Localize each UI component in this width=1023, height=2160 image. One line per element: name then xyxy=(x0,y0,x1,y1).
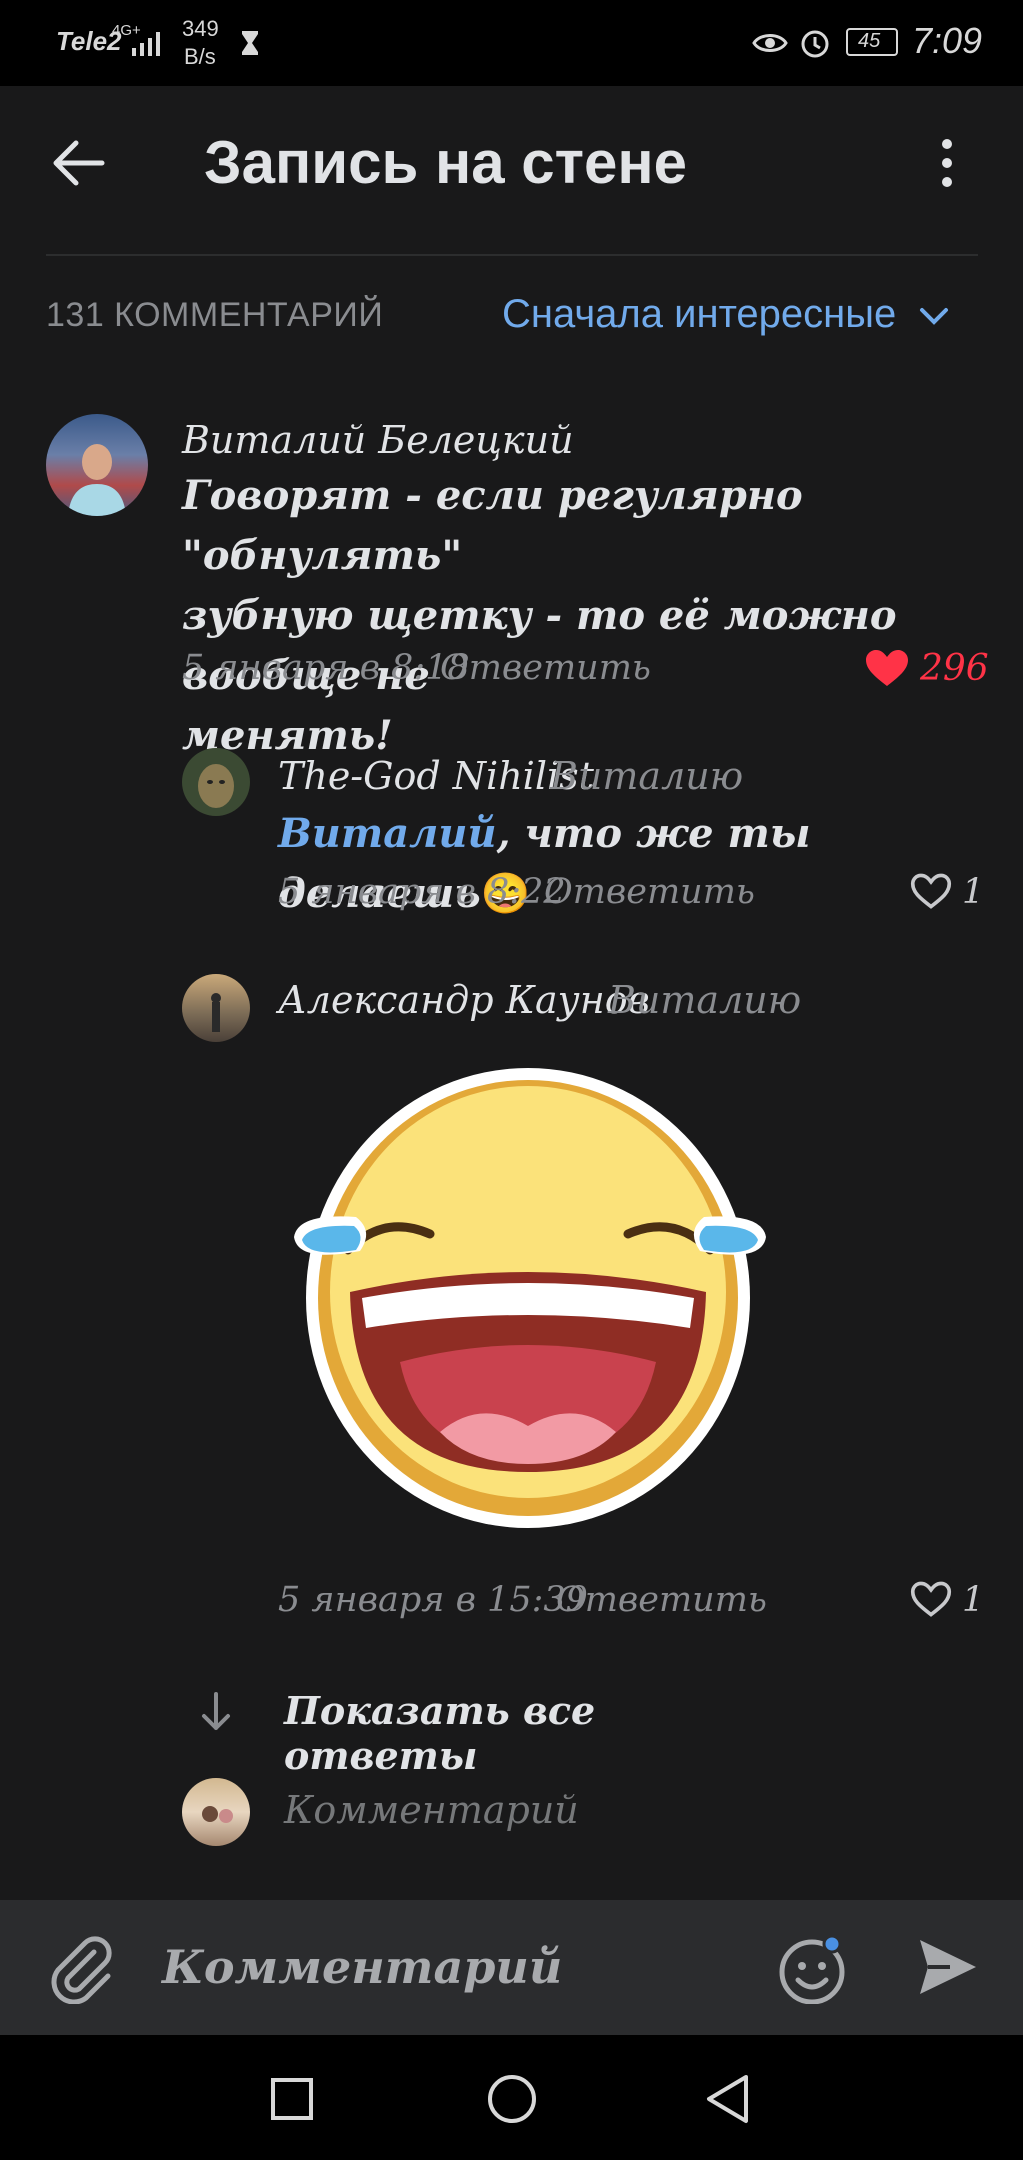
reply-date: 5 января в 15:39 xyxy=(278,1580,588,1620)
back-triangle-icon[interactable] xyxy=(704,2073,750,2130)
show-all-label: Показать все ответы xyxy=(284,1688,596,1778)
reply-date: 5 января в 8:22 xyxy=(278,872,566,912)
like-count: 296 xyxy=(920,648,989,689)
recents-square-icon[interactable] xyxy=(270,2077,314,2126)
battery-icon: 45 xyxy=(846,28,898,56)
home-circle-icon[interactable] xyxy=(486,2073,538,2130)
sort-label: Сначала интересные xyxy=(502,292,897,336)
my-avatar xyxy=(182,1778,250,1846)
clock: 7:09 xyxy=(912,20,983,61)
heart-filled-icon[interactable] xyxy=(864,648,910,693)
emoji-smile-icon[interactable] xyxy=(776,1932,848,2009)
reply-to: Виталию xyxy=(550,754,744,798)
reply-button[interactable]: Ответить xyxy=(440,648,651,688)
comment-input[interactable]: Комментарий xyxy=(162,1940,562,1994)
hourglass-icon xyxy=(240,30,260,61)
speed-unit: B/s xyxy=(184,44,216,69)
system-nav-bar xyxy=(0,2035,1023,2160)
eye-icon xyxy=(752,30,788,61)
sort-dropdown[interactable]: Сначала интересные xyxy=(502,292,949,337)
reply-button[interactable]: Ответить xyxy=(544,872,755,912)
comment-author[interactable]: Виталий Белецкий xyxy=(182,418,574,462)
comment-text-line: Говорят - если регулярно "обнулять" xyxy=(182,472,803,579)
mention-link[interactable]: Виталий xyxy=(278,810,497,857)
like-count: 1 xyxy=(962,1580,985,1620)
speed-value: 349 xyxy=(182,16,219,41)
comment-text: Говорят - если регулярно "обнулять" зубн… xyxy=(182,466,982,766)
reply-to: Виталию xyxy=(608,978,802,1022)
chevron-down-icon xyxy=(920,308,949,326)
header-divider xyxy=(46,254,978,256)
reply-author[interactable]: The-God Nihilist xyxy=(278,754,594,798)
alarm-icon xyxy=(798,26,832,65)
avatar[interactable] xyxy=(182,748,250,816)
signal-icon xyxy=(130,28,166,56)
comment-date: 5 января в 8:18 xyxy=(182,648,470,688)
comments-count: 131 КОММЕНТАРИЙ xyxy=(46,296,384,334)
battery-level: 45 xyxy=(858,30,881,52)
comment-composer: Комментарий xyxy=(0,1900,1023,2035)
paperclip-icon[interactable] xyxy=(48,1930,112,2009)
heart-outline-icon[interactable] xyxy=(910,872,952,915)
reply-input[interactable]: Комментарий xyxy=(284,1788,579,1832)
reply-author[interactable]: Александр Каунов xyxy=(278,978,650,1022)
comment-text-line: зубную щетку - то её можно вообще не xyxy=(182,592,897,699)
show-all-replies-button[interactable]: Показать все ответы xyxy=(190,1686,790,1778)
page-title: Запись на стене xyxy=(204,129,688,196)
back-arrow-icon[interactable] xyxy=(48,138,108,193)
heart-outline-icon[interactable] xyxy=(910,1580,952,1623)
status-bar: Tele2 4G+ 349 B/s 45 7:09 xyxy=(0,0,1023,86)
arrow-down-icon xyxy=(202,1692,230,1730)
more-vertical-icon[interactable] xyxy=(940,138,954,193)
avatar[interactable] xyxy=(46,414,148,516)
send-icon[interactable] xyxy=(916,1936,978,2003)
reply-button[interactable]: Ответить xyxy=(556,1580,767,1620)
laughing-crying-sticker[interactable] xyxy=(290,1062,770,1532)
like-count: 1 xyxy=(962,872,985,912)
avatar[interactable] xyxy=(182,974,250,1042)
